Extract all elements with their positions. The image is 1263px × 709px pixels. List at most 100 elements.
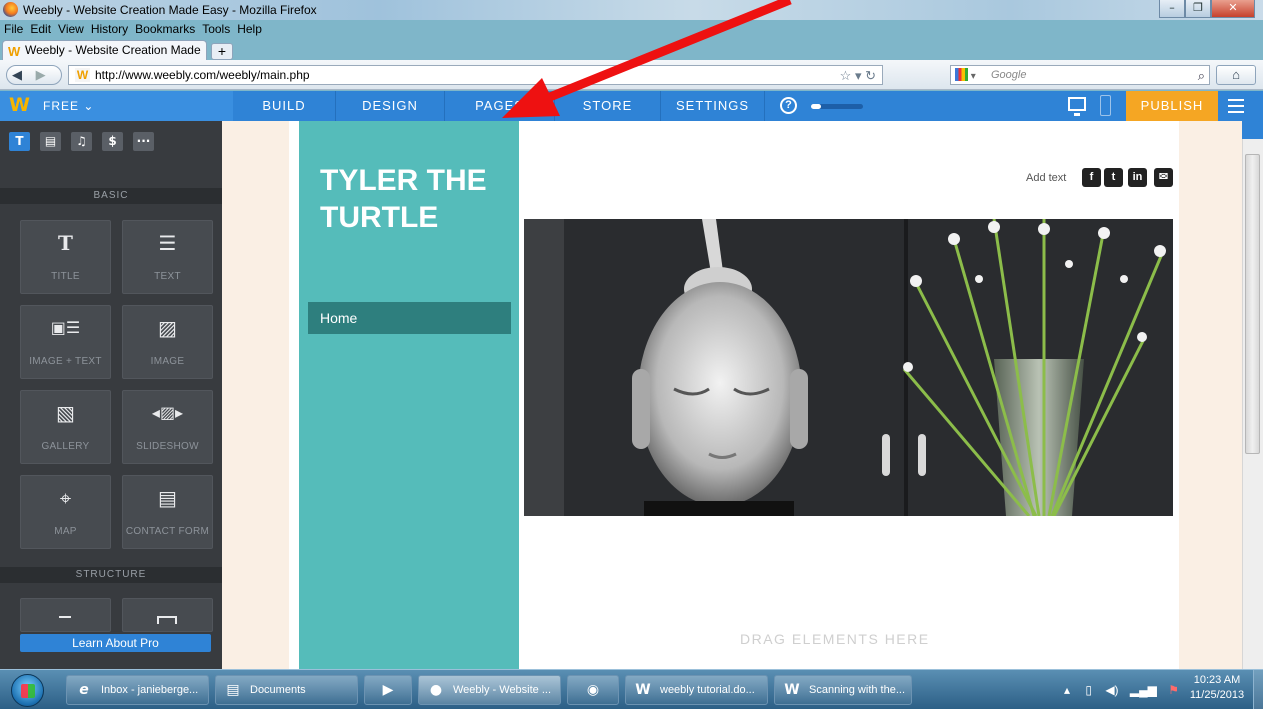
element-contact-form[interactable]: ▤ CONTACT FORM [122, 475, 213, 549]
facebook-icon[interactable]: f [1082, 168, 1101, 187]
device-icon[interactable]: ▯ [1085, 683, 1092, 697]
back-button[interactable]: ◀ [12, 67, 22, 82]
element-label: GALLERY [41, 441, 90, 452]
category-structure-tab[interactable]: ▤ [40, 132, 61, 151]
twitter-icon[interactable]: t [1104, 168, 1123, 187]
element-gallery[interactable]: ▧ GALLERY [20, 390, 111, 464]
back-forward-buttons: ◀ ▶ [6, 65, 62, 85]
start-button[interactable] [11, 674, 44, 707]
hero-image[interactable] [524, 219, 1173, 516]
chrome-icon: ◉ [586, 682, 600, 698]
element-label: CONTACT FORM [125, 526, 210, 537]
weebly-brand[interactable]: W FREE ⌄ [0, 91, 233, 121]
add-text-link[interactable]: Add text [1026, 172, 1066, 184]
taskbar-item-word-tutorial[interactable]: W weebly tutorial.do... [625, 675, 768, 705]
taskbar-item-chrome[interactable]: ◉ [567, 675, 619, 705]
search-bar[interactable]: ▾ Google ⌕ [950, 65, 1210, 85]
reload-icon[interactable]: ↻ [865, 68, 876, 83]
map-pin-icon: ⌖ [59, 486, 72, 510]
element-label: TITLE [51, 271, 80, 282]
close-button[interactable]: ✕ [1211, 0, 1255, 18]
nav-build[interactable]: BUILD [233, 91, 336, 121]
taskbar-item-inbox[interactable]: e Inbox - janieberge... [66, 675, 209, 705]
category-commerce-tab[interactable]: $ [102, 132, 123, 151]
menu-file[interactable]: File [4, 20, 23, 38]
category-media-tab[interactable]: ♫ [71, 132, 92, 151]
search-icon[interactable]: ⌕ [1198, 67, 1205, 85]
word-icon: W [635, 682, 651, 698]
taskbar-item-media-player[interactable]: ▶ [364, 675, 412, 705]
show-desktop-button[interactable] [1253, 670, 1263, 709]
clock-date: 11/25/2013 [1189, 689, 1245, 701]
menu-history[interactable]: History [91, 20, 128, 38]
buddha-head-and-flowers-image [524, 219, 1173, 516]
search-engine-icon[interactable]: ▾ [955, 68, 985, 82]
taskbar-item-firefox[interactable]: ● Weebly - Website ... [418, 675, 561, 705]
elements-panel: T ▤ ♫ $ ··· BASIC T TITLE ☰ TEXT ▣☰ IMAG… [0, 121, 222, 669]
site-nav-home[interactable]: Home [308, 302, 511, 334]
new-tab-button[interactable]: + [211, 43, 233, 60]
slideshow-icon: ◂▨▸ [151, 403, 184, 422]
home-button[interactable]: ⌂ [1216, 65, 1256, 85]
dropdown-icon[interactable]: ▾ [855, 68, 862, 83]
page-scrollbar[interactable] [1242, 139, 1263, 669]
nav-design[interactable]: DESIGN [336, 91, 445, 121]
forward-button[interactable]: ▶ [36, 67, 46, 82]
taskbar-item-label: weebly tutorial.do... [660, 684, 755, 696]
category-more-tab[interactable]: ··· [133, 132, 154, 151]
system-tray: ▴ ▯ ◀) ▂▄▆ ⚑ [1064, 678, 1179, 702]
taskbar-item-label: Documents [250, 684, 306, 696]
action-center-icon[interactable]: ⚑ [1168, 683, 1179, 697]
menu-tools[interactable]: Tools [202, 20, 230, 38]
word-icon: W [784, 682, 800, 698]
site-favicon-icon: W [75, 68, 90, 82]
tab-weebly[interactable]: W Weebly - Website Creation Made Easy [2, 40, 207, 75]
menu-bookmarks[interactable]: Bookmarks [135, 20, 195, 38]
network-signal-icon[interactable]: ▂▄▆ [1130, 683, 1157, 697]
element-label: IMAGE + TEXT [29, 356, 102, 367]
divider-icon [59, 616, 71, 618]
columns-icon [157, 616, 177, 624]
windows-taskbar: e Inbox - janieberge... ▤ Documents ▶ ● … [0, 669, 1263, 709]
contact-form-icon: ▤ [158, 486, 177, 510]
taskbar-item-word-scanning[interactable]: W Scanning with the... [774, 675, 912, 705]
menu-icon[interactable] [1228, 99, 1244, 113]
linkedin-icon[interactable]: in [1128, 168, 1147, 187]
email-icon[interactable]: ✉ [1154, 168, 1173, 187]
weebly-favicon-icon: W [8, 44, 21, 59]
title-icon: T [58, 231, 73, 255]
taskbar-item-documents[interactable]: ▤ Documents [215, 675, 358, 705]
element-title[interactable]: T TITLE [20, 220, 111, 294]
site-title[interactable]: TYLER THE TURTLE [320, 162, 510, 236]
element-divider[interactable] [20, 598, 111, 632]
minimize-button[interactable]: – [1159, 0, 1185, 18]
scrollbar-thumb[interactable] [1245, 154, 1260, 454]
url-text: http://www.weebly.com/weebly/main.php [95, 68, 310, 82]
menu-edit[interactable]: Edit [30, 20, 51, 38]
window-controls: – ❐ ✕ [1159, 0, 1255, 20]
plan-dropdown[interactable]: FREE ⌄ [43, 99, 94, 113]
element-image-text[interactable]: ▣☰ IMAGE + TEXT [20, 305, 111, 379]
element-label: IMAGE [150, 356, 185, 367]
element-image[interactable]: ▨ IMAGE [122, 305, 213, 379]
element-text[interactable]: ☰ TEXT [122, 220, 213, 294]
setup-progress-bar [811, 104, 863, 109]
show-hidden-icons-icon[interactable]: ▴ [1064, 683, 1070, 697]
mobile-view-icon[interactable] [1100, 95, 1111, 116]
bookmark-star-icon[interactable]: ☆ [840, 68, 852, 83]
element-slideshow[interactable]: ◂▨▸ SLIDESHOW [122, 390, 213, 464]
learn-about-pro-button[interactable]: Learn About Pro [20, 634, 211, 652]
firefox-logo-icon [3, 2, 18, 17]
desktop-view-icon[interactable] [1068, 97, 1086, 116]
system-clock[interactable]: 10:23 AM 11/25/2013 [1186, 673, 1248, 703]
menu-view[interactable]: View [58, 20, 84, 38]
restore-button[interactable]: ❐ [1185, 0, 1211, 18]
element-columns[interactable] [122, 598, 213, 632]
volume-icon[interactable]: ◀) [1105, 683, 1118, 697]
publish-button[interactable]: PUBLISH [1126, 91, 1218, 121]
firefox-icon: ● [429, 682, 443, 698]
weebly-logo-icon: W [9, 94, 30, 116]
category-basic-tab[interactable]: T [9, 132, 30, 151]
menu-help[interactable]: Help [237, 20, 262, 38]
element-map[interactable]: ⌖ MAP [20, 475, 111, 549]
